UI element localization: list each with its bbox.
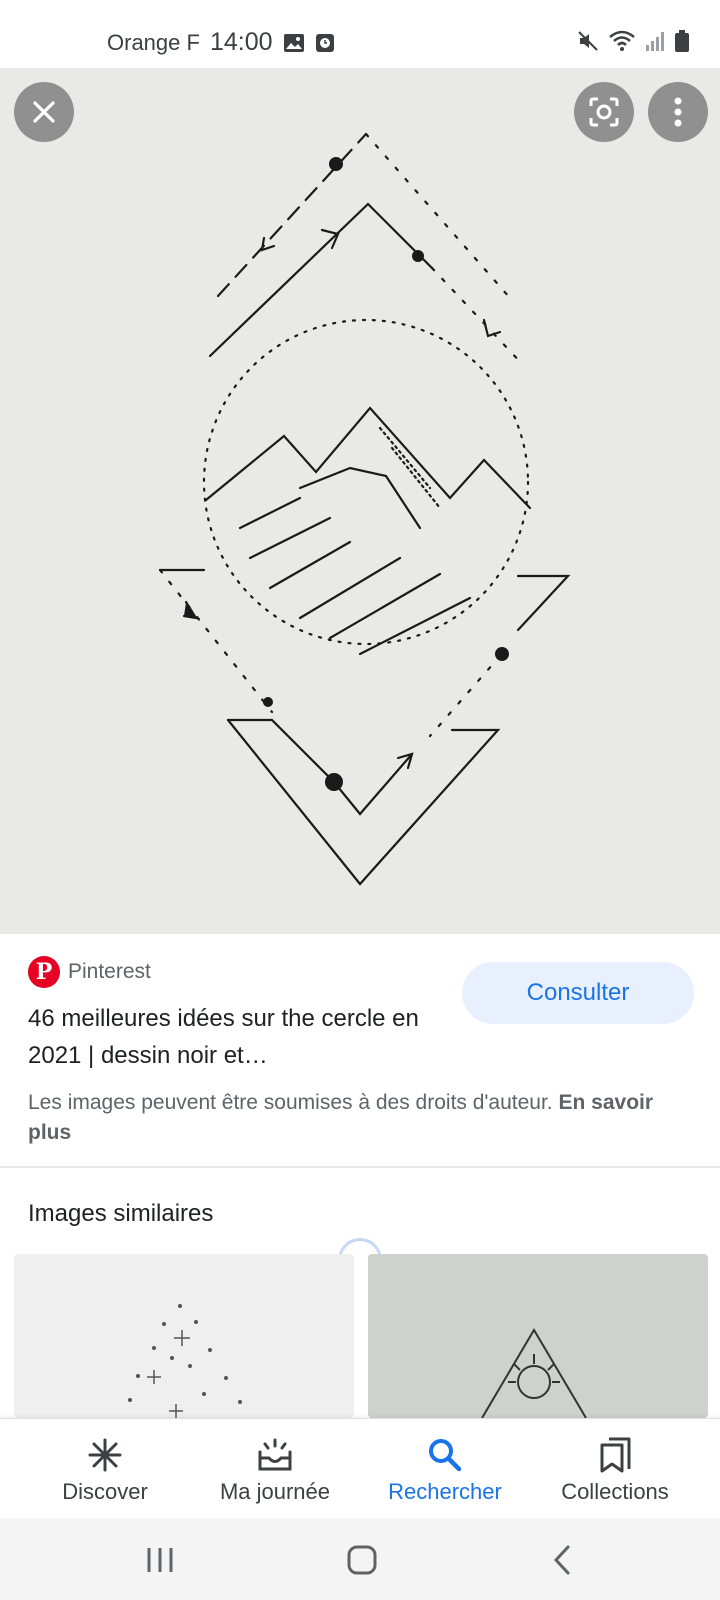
pinterest-logo-icon: P [28,956,60,988]
eye-triangle-sketch-image [481,1328,587,1418]
source-row[interactable]: P Pinterest [28,956,151,988]
wifi-icon [608,29,636,58]
nav-rechercher-label: Rechercher [388,1479,502,1504]
more-options-button[interactable] [648,82,708,142]
asterisk-icon [85,1435,125,1475]
bookmarks-icon [595,1435,635,1475]
gallery-icon [283,33,305,53]
source-name: Pinterest [68,960,151,983]
similar-images-heading: Images similaires [28,1200,214,1227]
lens-icon [589,97,619,127]
copyright-notice: Les images peuvent être soumises à des d… [28,1088,698,1148]
status-right [576,29,690,58]
result-title[interactable]: 46 meilleures idées sur the cercle en 20… [28,1000,438,1074]
nav-ma-journee[interactable]: Ma journée [190,1419,360,1519]
recent-apps-icon[interactable] [140,1540,180,1580]
copyright-text: Les images peuvent être soumises à des d… [28,1091,553,1114]
visit-button[interactable]: Consulter [462,962,694,1024]
more-vert-icon [674,97,682,127]
mute-icon [576,29,600,58]
battery-icon [674,29,690,58]
nav-ma-journee-label: Ma journée [219,1479,331,1504]
image-viewer[interactable] [0,68,720,934]
result-info: P Pinterest 46 meilleures idées sur the … [0,934,720,1166]
similar-image-thumbnail[interactable] [14,1254,354,1418]
divider [0,1166,720,1168]
signal-icon [644,29,666,58]
status-left: Orange F 14:00 [107,28,337,57]
nav-rechercher[interactable]: Rechercher [360,1419,530,1519]
inbox-tray-icon [255,1435,295,1475]
starry-sketch-image [128,1304,242,1418]
close-button[interactable] [14,82,74,142]
nav-discover-label: Discover [62,1479,148,1504]
clock-time: 14:00 [209,28,273,56]
alarm-icon [315,33,337,53]
mountain-drawing-image [158,132,571,886]
system-navigation-bar [0,1518,720,1600]
carrier-name: Orange F [107,29,200,55]
nav-collections[interactable]: Collections [530,1419,700,1519]
nav-collections-label: Collections [561,1479,669,1504]
lens-button[interactable] [574,82,634,142]
status-bar: Orange F 14:00 [0,0,720,68]
home-icon[interactable] [342,1540,382,1580]
bottom-navigation: Discover Ma journée Rechercher Collectio… [0,1418,720,1518]
nav-discover[interactable]: Discover [20,1419,190,1519]
close-icon [33,101,55,123]
back-icon[interactable] [542,1540,582,1580]
search-icon [425,1435,465,1475]
similar-image-thumbnail[interactable] [368,1254,708,1418]
